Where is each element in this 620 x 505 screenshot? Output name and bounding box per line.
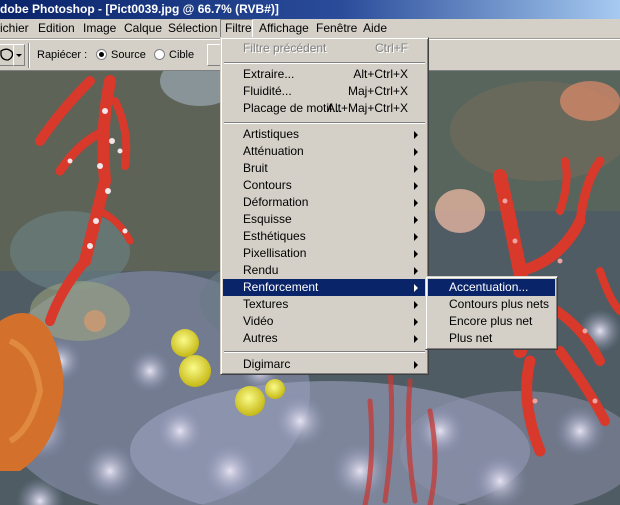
window-title: dobe Photoshop - [Pict0039.jpg @ 66.7% (… — [0, 2, 279, 16]
menu-item-rendu[interactable]: Rendu — [223, 262, 426, 279]
submenu-arrow-icon — [414, 182, 418, 190]
menu-fenetre[interactable]: Fenêtre — [312, 19, 361, 38]
submenu-arrow-icon — [414, 131, 418, 139]
menu-item-contours[interactable]: Contours — [223, 177, 426, 194]
menu-bar: ichier Edition Image Calque Sélection Fi… — [0, 19, 620, 39]
source-label: Source — [111, 49, 146, 61]
source-radio[interactable] — [96, 49, 107, 60]
menu-separator — [224, 351, 425, 353]
menu-item-pixellisation[interactable]: Pixellisation — [223, 245, 426, 262]
submenu-item-contours-plus-nets[interactable]: Contours plus nets — [428, 296, 555, 313]
submenu-arrow-icon — [414, 267, 418, 275]
submenu-item-encore-plus-net[interactable]: Encore plus net — [428, 313, 555, 330]
submenu-arrow-icon — [414, 284, 418, 292]
submenu-arrow-icon — [414, 148, 418, 156]
submenu-arrow-icon — [414, 335, 418, 343]
menu-item-deformation[interactable]: Déformation — [223, 194, 426, 211]
submenu-arrow-icon — [414, 199, 418, 207]
tool-preset-dropdown[interactable] — [13, 44, 25, 66]
renforcement-submenu: Accentuation... Contours plus nets Encor… — [425, 276, 558, 350]
submenu-arrow-icon — [414, 165, 418, 173]
menu-item-extraire[interactable]: Extraire... Alt+Ctrl+X — [223, 66, 426, 83]
menu-item-autres[interactable]: Autres — [223, 330, 426, 347]
rapiecer-label: Rapiécer : — [37, 49, 88, 61]
submenu-arrow-icon — [414, 216, 418, 224]
options-separator — [28, 43, 30, 68]
submenu-item-plus-net[interactable]: Plus net — [428, 330, 555, 347]
menu-item-filtre-precedent: Filtre précédent Ctrl+F — [243, 41, 408, 55]
menu-edition[interactable]: Edition — [34, 19, 79, 38]
submenu-arrow-icon — [414, 250, 418, 258]
submenu-arrow-icon — [414, 233, 418, 241]
menu-item-digimarc[interactable]: Digimarc — [223, 356, 426, 373]
menu-item-esthetiques[interactable]: Esthétiques — [223, 228, 426, 245]
title-bar: dobe Photoshop - [Pict0039.jpg @ 66.7% (… — [0, 0, 620, 19]
menu-item-video[interactable]: Vidéo — [223, 313, 426, 330]
submenu-arrow-icon — [414, 318, 418, 326]
menu-calque[interactable]: Calque — [120, 19, 166, 38]
menu-item-artistiques[interactable]: Artistiques — [223, 126, 426, 143]
menu-affichage[interactable]: Affichage — [255, 19, 313, 38]
submenu-arrow-icon — [414, 361, 418, 369]
menu-item-esquisse[interactable]: Esquisse — [223, 211, 426, 228]
menu-item-fluidite[interactable]: Fluidité... Maj+Ctrl+X — [223, 83, 426, 100]
submenu-item-accentuation[interactable]: Accentuation... — [428, 279, 555, 296]
chevron-down-icon — [16, 54, 22, 57]
menu-separator — [224, 62, 425, 64]
menu-item-placage-de-motif[interactable]: Placage de motif... Alt+Maj+Ctrl+X — [223, 100, 426, 117]
menu-item-attenuation[interactable]: Atténuation — [223, 143, 426, 160]
menu-separator — [224, 122, 425, 124]
menu-image[interactable]: Image — [79, 19, 120, 38]
menu-filtre[interactable]: Filtre — [220, 19, 253, 38]
submenu-arrow-icon — [414, 301, 418, 309]
menu-selection[interactable]: Sélection — [164, 19, 221, 38]
menu-item-renforcement[interactable]: Renforcement — [223, 279, 426, 296]
menu-item-textures[interactable]: Textures — [223, 296, 426, 313]
menu-item-bruit[interactable]: Bruit — [223, 160, 426, 177]
menu-fichier[interactable]: ichier — [0, 19, 33, 38]
cible-radio[interactable] — [154, 49, 165, 60]
filter-menu: Filtre précédent Ctrl+F Extraire... Alt+… — [220, 37, 429, 375]
menu-aide[interactable]: Aide — [359, 19, 391, 38]
cible-label: Cible — [169, 49, 195, 61]
